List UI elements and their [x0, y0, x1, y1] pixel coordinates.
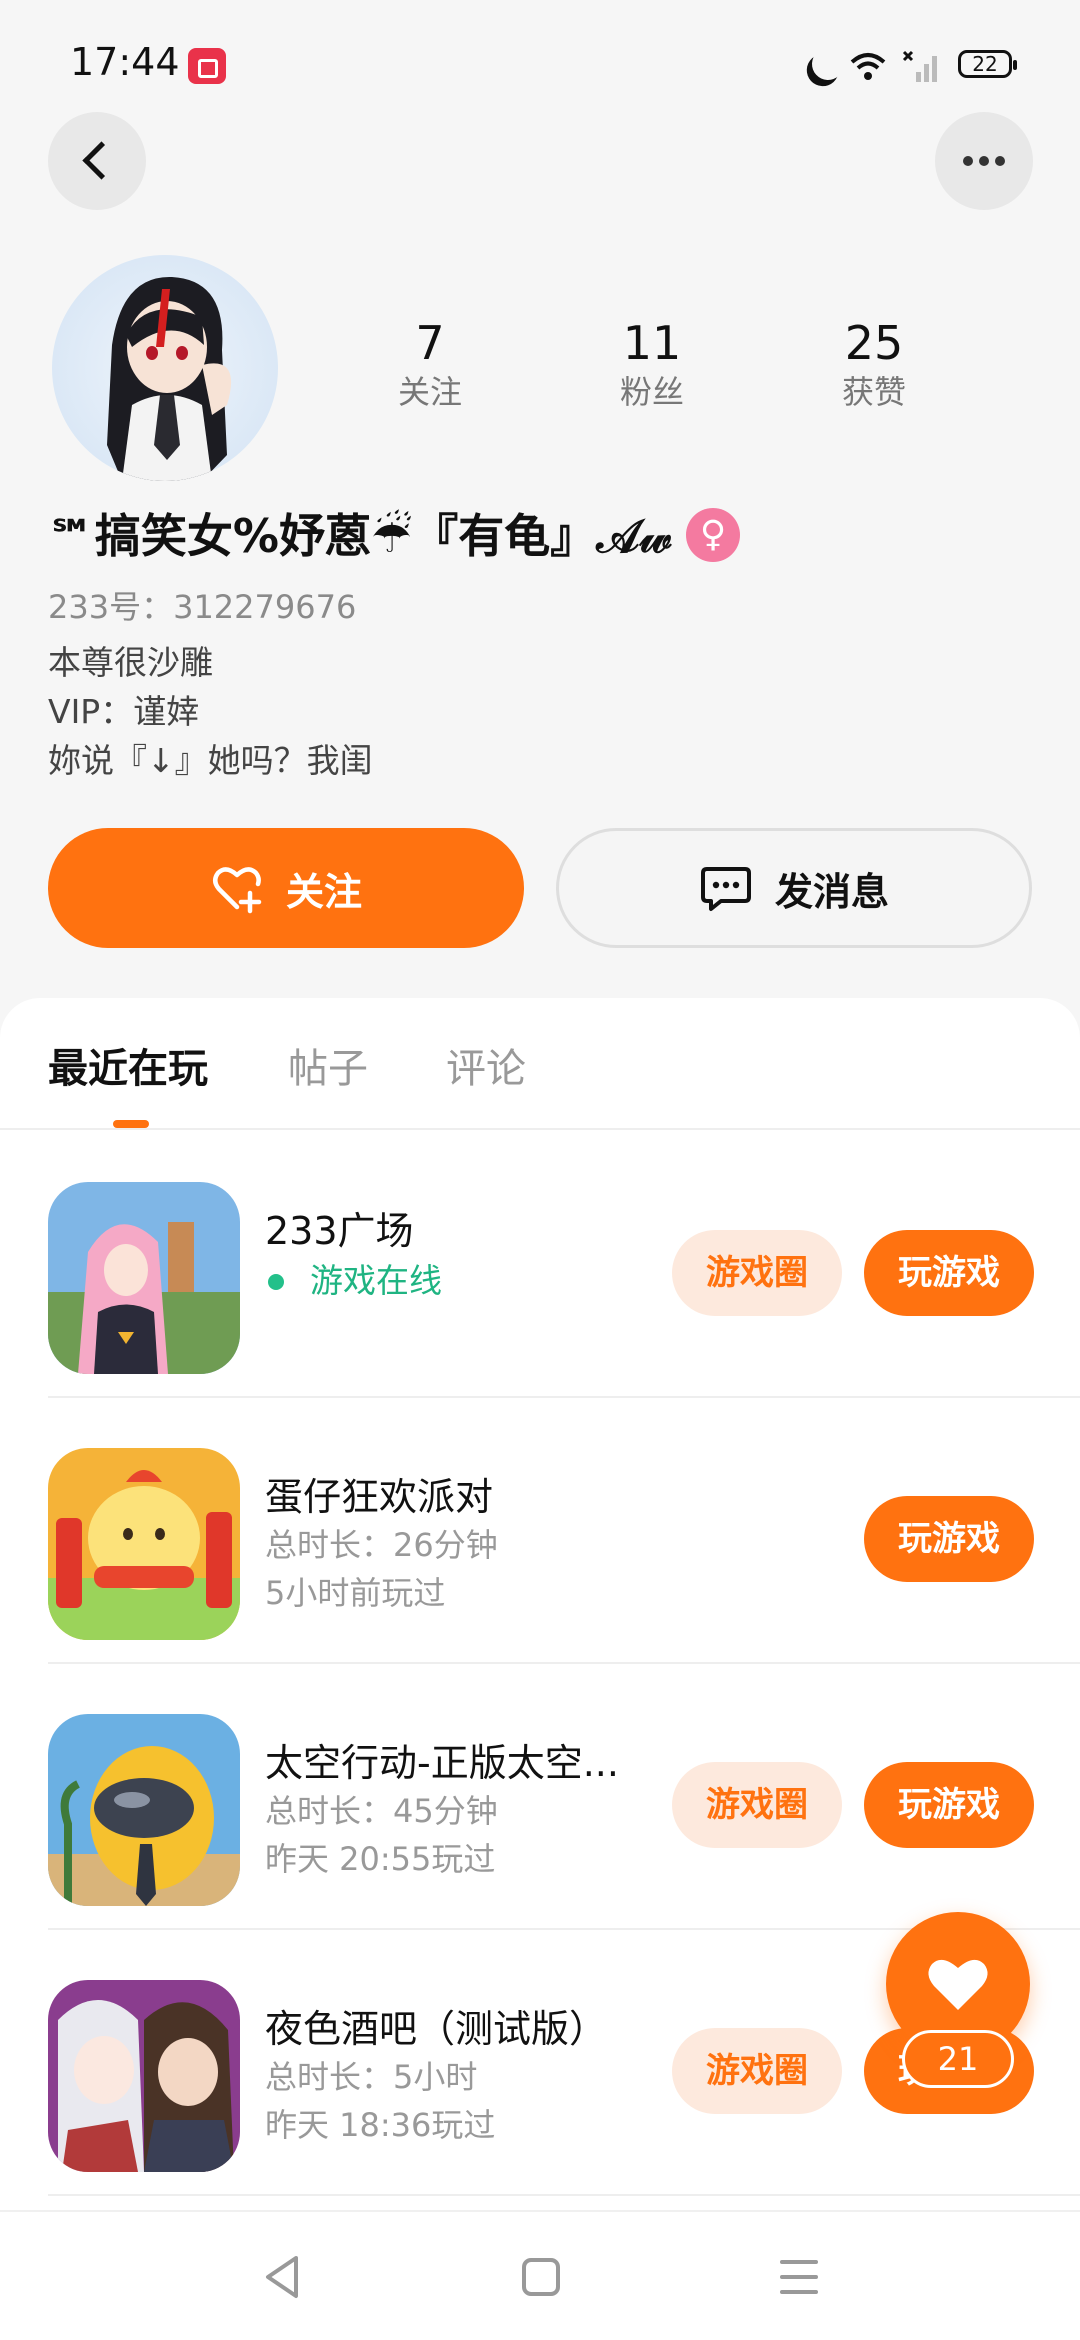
more-dots-icon [963, 156, 1005, 166]
game-list-item[interactable]: 太空行动-正版太空... 总时长：45分钟 昨天 20:55玩过 游戏圈 玩游戏 [0, 1664, 1080, 1930]
game-title: 太空行动-正版太空... [265, 1741, 619, 1785]
game-icon-233-plaza[interactable] [48, 1182, 240, 1374]
screen-record-icon [188, 48, 226, 84]
cellular-signal-icon [902, 50, 937, 82]
bio-line: 妳说『↓』她吗？我闺 [48, 741, 373, 780]
game-last-played: 昨天 18:36玩过 [265, 2106, 496, 2144]
chat-bubble-icon [700, 867, 751, 911]
nav-back-icon[interactable] [262, 2254, 302, 2300]
game-list-item[interactable]: 蛋仔狂欢派对 总时长：26分钟 5小时前玩过 玩游戏 [0, 1398, 1080, 1664]
active-tab-indicator [113, 1120, 149, 1128]
stat-fans-label: 粉丝 [619, 373, 684, 411]
game-playtime: 总时长：45分钟 [265, 1792, 498, 1830]
play-game-button[interactable]: 玩游戏 [864, 1496, 1034, 1582]
battery-indicator: 22 [958, 50, 1017, 78]
tab-posts[interactable]: 帖子 [288, 1036, 368, 1094]
game-last-played: 5小时前玩过 [265, 1574, 446, 1612]
stat-following-label: 关注 [397, 373, 462, 411]
female-gender-icon: ♀ [686, 508, 740, 562]
game-title: 夜色酒吧（测试版） [265, 2007, 608, 2051]
tab-comments[interactable]: 评论 [446, 1036, 526, 1094]
game-playtime: 总时长：5小时 [265, 2058, 478, 2096]
stat-likes-label: 获赞 [841, 373, 906, 411]
game-circle-button[interactable]: 游戏圈 [672, 2028, 842, 2114]
system-navigation-bar [0, 2210, 1080, 2340]
game-title: 233广场 [265, 1209, 414, 1253]
like-count-badge: 21 [902, 2030, 1014, 2088]
stat-following-count: 7 [415, 316, 445, 370]
bio-line: 本尊很沙雕 [48, 643, 213, 682]
row-divider [48, 2194, 1080, 2196]
stat-likes-count: 25 [844, 316, 904, 370]
play-game-button[interactable]: 玩游戏 [864, 1230, 1034, 1316]
content-panel: 最近在玩 帖子 评论 233广场 游戏在线 游戏圈 玩游戏 蛋仔狂欢派对 总时长… [0, 998, 1080, 2340]
send-message-label: 发消息 [774, 869, 889, 914]
game-title: 蛋仔狂欢派对 [265, 1475, 494, 1519]
profile-bio: 本尊很沙雕 VIP：谨婞 妳说『↓』她吗？我闺 [48, 638, 373, 785]
stat-likes[interactable]: 25 获赞 [774, 315, 974, 413]
follow-button[interactable]: 关注 [48, 828, 524, 948]
status-time: 17:44 [70, 40, 180, 84]
do-not-disturb-icon [807, 43, 848, 84]
game-icon-space-operation[interactable] [48, 1714, 240, 1906]
online-status-dot [268, 1274, 284, 1290]
avatar-illustration [107, 276, 232, 481]
profile-nickname: ℠搞笑女%妤蒽☔『有龟』𝒜𝓌 [48, 509, 672, 563]
follow-button-label: 关注 [285, 869, 362, 914]
game-online-status: 游戏在线 [310, 1261, 442, 1300]
profile-uid: 233号：312279676 [48, 588, 357, 626]
profile-stats: 7 关注 11 粉丝 25 获赞 [330, 315, 1010, 425]
heart-plus-icon [212, 867, 262, 914]
stat-fans-count: 11 [622, 316, 682, 370]
stat-fans[interactable]: 11 粉丝 [552, 315, 752, 413]
game-circle-button[interactable]: 游戏圈 [672, 1762, 842, 1848]
game-playtime: 总时长：26分钟 [265, 1526, 498, 1564]
nav-home-icon[interactable] [522, 2258, 560, 2296]
more-options-button[interactable] [935, 112, 1033, 210]
status-bar: 17:44 22 [0, 0, 1080, 130]
game-list-item[interactable]: 233广场 游戏在线 游戏圈 玩游戏 [0, 1132, 1080, 1398]
stat-following[interactable]: 7 关注 [330, 315, 530, 413]
tab-recently-played[interactable]: 最近在玩 [48, 1036, 208, 1094]
profile-avatar[interactable] [52, 255, 278, 481]
game-circle-button[interactable]: 游戏圈 [672, 1230, 842, 1316]
game-icon-night-bar[interactable] [48, 1980, 240, 2172]
back-button[interactable] [48, 112, 146, 210]
wifi-icon [850, 53, 886, 80]
game-last-played: 昨天 20:55玩过 [265, 1840, 496, 1878]
nav-recents-icon[interactable] [780, 2260, 818, 2294]
bio-line: VIP：谨婞 [48, 692, 200, 731]
send-message-button[interactable]: 发消息 [556, 828, 1032, 948]
play-game-button[interactable]: 玩游戏 [864, 1762, 1034, 1848]
profile-tabs: 最近在玩 帖子 评论 [0, 998, 1080, 1130]
game-icon-eggy-party[interactable] [48, 1448, 240, 1640]
